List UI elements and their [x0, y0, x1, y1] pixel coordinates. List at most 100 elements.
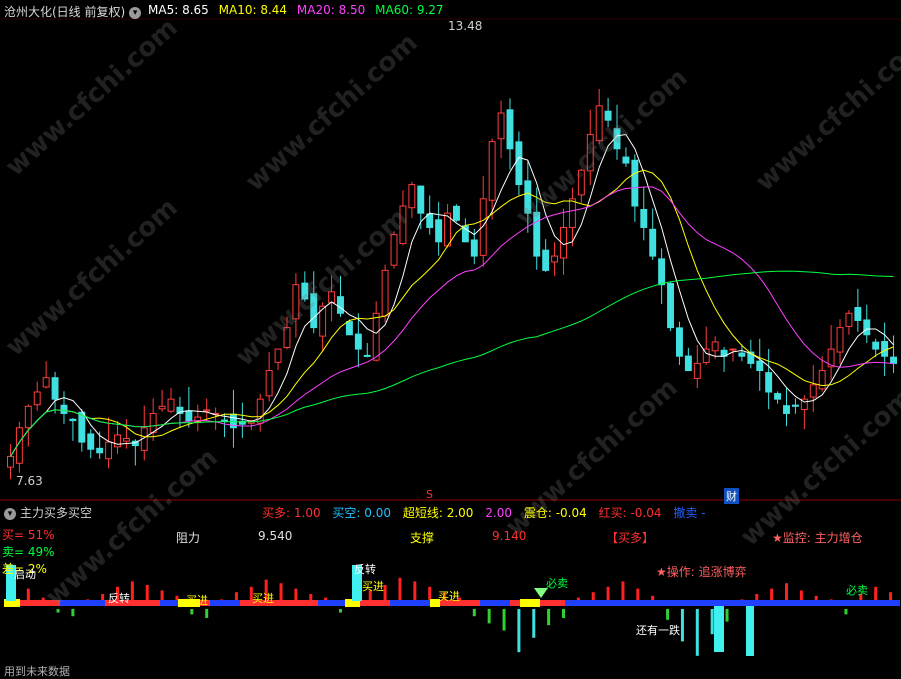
signal-ribbon-segment: [565, 600, 900, 606]
candle-down: [872, 341, 880, 350]
footer-note: 用到未来数据: [4, 665, 70, 678]
histogram-bar-down: [725, 609, 729, 622]
histogram-bar-down: [547, 609, 551, 626]
candle-up: [497, 112, 505, 140]
candle-down: [738, 352, 746, 357]
chart-window: 沧州大化(日线 前复权) ▾ MA5: 8.65 MA10: 8.44 MA20:…: [0, 0, 901, 678]
histogram-bar-up: [621, 581, 625, 603]
sell-percent: 卖= 49%: [2, 545, 55, 559]
signal-label: 反转: [354, 563, 376, 576]
super-short-value-2: 2.00: [485, 506, 512, 520]
candle-down: [863, 319, 871, 336]
signal-ribbon-segment: [160, 600, 178, 606]
candle-down: [658, 258, 666, 286]
ma60-value: 9.27: [416, 3, 444, 17]
low-price-label: 7.63: [16, 474, 43, 488]
signal-column: [746, 606, 754, 656]
candle-down: [354, 333, 362, 350]
candle-up: [488, 141, 496, 201]
candle-down: [69, 418, 77, 422]
signal-label: 买进: [438, 590, 460, 603]
candle-up: [381, 269, 389, 317]
candle-up: [149, 412, 157, 433]
cancel-sell-value: 撤卖 -: [673, 506, 706, 520]
stock-title-text: 沧州大化(日线 前复权): [4, 5, 126, 19]
support-label: 支撑: [410, 531, 435, 545]
candle-up: [568, 198, 576, 228]
candle-down: [622, 156, 630, 164]
candle-down: [185, 410, 193, 422]
candle-down: [363, 354, 371, 357]
signal-ribbon-segment: [520, 599, 540, 607]
red-buy-value: -0.04: [630, 506, 662, 520]
candle-down: [783, 405, 790, 414]
signal-label: 启动: [14, 568, 36, 581]
candle-down: [426, 213, 434, 228]
candle-up: [729, 348, 737, 351]
signal-ribbon-segment: [210, 600, 240, 606]
indicator-values: 买多: 1.00 买空: 0.00 超短线: 2.00 2.00 震仓: -0.…: [262, 504, 706, 521]
support-value: 9.140: [492, 529, 527, 543]
dropdown-icon[interactable]: ▾: [4, 507, 16, 520]
candle-up: [372, 312, 380, 361]
candle-down: [542, 249, 550, 271]
indicator-name-text: 主力买多买空: [20, 506, 93, 520]
buy-short-value: 0.00: [364, 506, 392, 520]
signal-label: 反转: [108, 592, 130, 605]
candle-down: [51, 377, 59, 400]
event-marker-finance[interactable]: 财: [724, 488, 739, 504]
ma10-label: MA10:: [218, 3, 257, 17]
candle-down: [756, 360, 764, 372]
candle-down: [345, 321, 353, 336]
candle-down: [791, 404, 799, 407]
stock-title[interactable]: 沧州大化(日线 前复权) ▾: [4, 3, 145, 20]
chart-canvas: [0, 18, 901, 656]
candle-up: [845, 312, 853, 327]
histogram-bar-down: [844, 609, 848, 615]
histogram-bar-down: [710, 609, 714, 635]
resistance-value: 9.540: [258, 529, 293, 543]
candle-down: [506, 109, 514, 150]
histogram-bar-down: [695, 609, 699, 656]
indicator-name[interactable]: ▾ 主力买多买空: [4, 504, 92, 521]
candle-up: [105, 441, 113, 460]
candle-down: [435, 219, 443, 243]
histogram-bar-down: [502, 609, 506, 631]
candle-down: [337, 296, 344, 314]
high-price-label: 13.48: [448, 19, 483, 33]
ma5-value: 8.65: [182, 3, 209, 17]
candle-up: [158, 405, 166, 410]
buy-long-value: 1.00: [293, 506, 321, 520]
operation-text: ★操作: 追涨博弈: [656, 565, 747, 579]
histogram-bar-up: [130, 581, 134, 603]
candle-down: [640, 208, 648, 228]
candle-down: [854, 306, 862, 321]
dropdown-icon[interactable]: ▾: [129, 6, 142, 19]
red-buy-label: 红买:: [598, 506, 627, 520]
candle-up: [167, 398, 175, 412]
candle-up: [693, 362, 701, 379]
candle-up: [114, 434, 121, 448]
signal-label: 买进: [252, 592, 274, 605]
signal-label: 买进: [186, 594, 208, 607]
signal-ribbon-segment: [318, 600, 345, 606]
candle-down: [453, 205, 460, 221]
ma-legend: MA5: 8.65 MA10: 8.44 MA20: 8.50 MA60: 9.…: [148, 3, 444, 17]
candle-down: [515, 141, 523, 186]
candle-up: [809, 384, 817, 398]
histogram-bar-down: [532, 609, 536, 638]
histogram-bar-down: [487, 609, 491, 624]
status-badge: 【买多】: [606, 531, 655, 545]
monitor-text: ★监控: 主力增仓: [772, 531, 863, 545]
candle-down: [676, 327, 683, 357]
buy-long-label: 买多:: [262, 506, 291, 520]
histogram-bar-up: [413, 581, 417, 603]
candle-up: [42, 377, 50, 388]
signal-label: 必卖: [846, 584, 868, 597]
candle-up: [265, 370, 273, 397]
histogram-bar-down: [205, 609, 209, 618]
ma20-label: MA20:: [296, 3, 335, 17]
event-marker-s[interactable]: S: [426, 488, 433, 501]
candle-down: [60, 404, 68, 414]
candle-up: [203, 409, 211, 412]
